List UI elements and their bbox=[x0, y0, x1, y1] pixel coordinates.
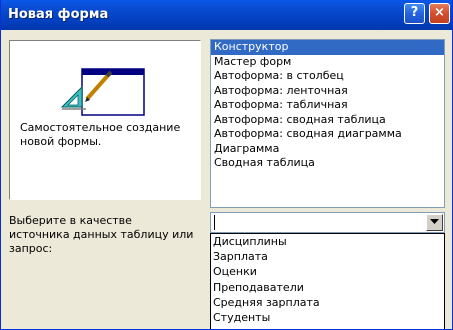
preview-panel: Самостоятельное создание новой формы. bbox=[9, 40, 201, 200]
combo-arrow-button[interactable] bbox=[426, 214, 443, 231]
help-button[interactable]: ? bbox=[404, 3, 425, 24]
chevron-down-icon bbox=[430, 219, 439, 224]
form-design-icon bbox=[60, 68, 145, 116]
title-bar[interactable]: Новая форма ? × bbox=[1, 0, 452, 30]
source-option[interactable]: Дисциплины bbox=[211, 234, 444, 249]
form-type-item[interactable]: Автоформа: сводная таблица bbox=[211, 113, 444, 128]
form-type-item[interactable]: Мастер форм bbox=[211, 55, 444, 70]
form-type-item[interactable]: Конструктор bbox=[211, 40, 444, 55]
form-type-item[interactable]: Диаграмма bbox=[211, 142, 444, 157]
source-option[interactable]: Студенты bbox=[211, 310, 444, 325]
source-label: Выберите в качестве источника данных таб… bbox=[9, 214, 194, 255]
dialog-body: Самостоятельное создание новой формы. Ко… bbox=[1, 30, 452, 329]
source-option[interactable]: Преподаватели bbox=[211, 280, 444, 295]
close-button[interactable]: × bbox=[429, 3, 450, 24]
form-type-item[interactable]: Автоформа: сводная диаграмма bbox=[211, 127, 444, 142]
source-option[interactable]: Средняя зарплата bbox=[211, 295, 444, 310]
form-type-item[interactable]: Сводная таблица bbox=[211, 156, 444, 171]
text-cursor bbox=[214, 215, 215, 230]
new-form-dialog: Новая форма ? × Самостоятельное создание… bbox=[0, 0, 453, 330]
form-type-item[interactable]: Автоформа: ленточная bbox=[211, 84, 444, 99]
form-type-list[interactable]: Конструктор Мастер форм Автоформа: в столб… bbox=[210, 39, 445, 208]
source-dropdown-list[interactable]: Дисциплины Зарплата Оценки Преподаватели Сре… bbox=[210, 233, 445, 329]
source-combobox[interactable] bbox=[210, 212, 445, 233]
form-type-item[interactable]: Автоформа: табличная bbox=[211, 98, 444, 113]
source-option[interactable]: Зарплата bbox=[211, 249, 444, 264]
dialog-title: Новая форма bbox=[8, 7, 109, 22]
source-option[interactable]: Оценки bbox=[211, 264, 444, 279]
preview-description: Самостоятельное создание новой формы. bbox=[20, 121, 181, 148]
form-type-item[interactable]: Автоформа: в столбец bbox=[211, 69, 444, 84]
